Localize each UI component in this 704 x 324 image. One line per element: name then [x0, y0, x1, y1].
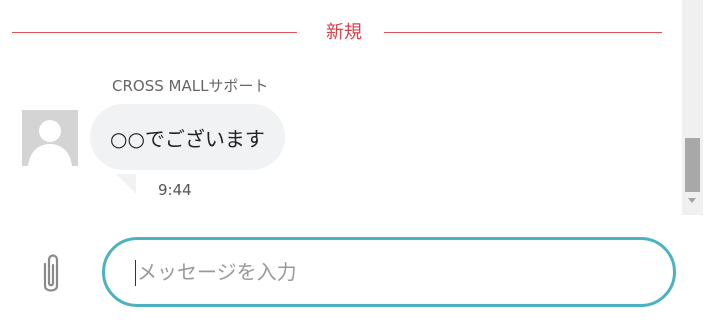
chat-message-area: 新規 CROSS MALLサポート ○○でございます 9:44 [0, 0, 680, 215]
new-messages-divider: 新規 [12, 21, 662, 45]
message-text: ○○でございます [110, 126, 265, 151]
scroll-down-arrow-icon[interactable] [688, 198, 696, 203]
user-avatar-icon[interactable] [22, 110, 78, 166]
message-bubble-tail [116, 174, 136, 194]
scrollbar-thumb[interactable] [685, 138, 700, 192]
message-timestamp: 9:44 [158, 181, 192, 199]
divider-line-right [384, 32, 662, 33]
message-input[interactable] [133, 240, 657, 304]
new-messages-label: 新規 [326, 22, 362, 43]
divider-line-left [12, 32, 297, 33]
paperclip-icon[interactable] [36, 252, 66, 298]
message-bubble: ○○でございます [90, 104, 285, 170]
text-caret [135, 260, 136, 286]
message-input-container[interactable] [102, 237, 676, 307]
sender-name: CROSS MALLサポート [112, 77, 269, 95]
chat-scrollbar[interactable] [682, 0, 703, 215]
